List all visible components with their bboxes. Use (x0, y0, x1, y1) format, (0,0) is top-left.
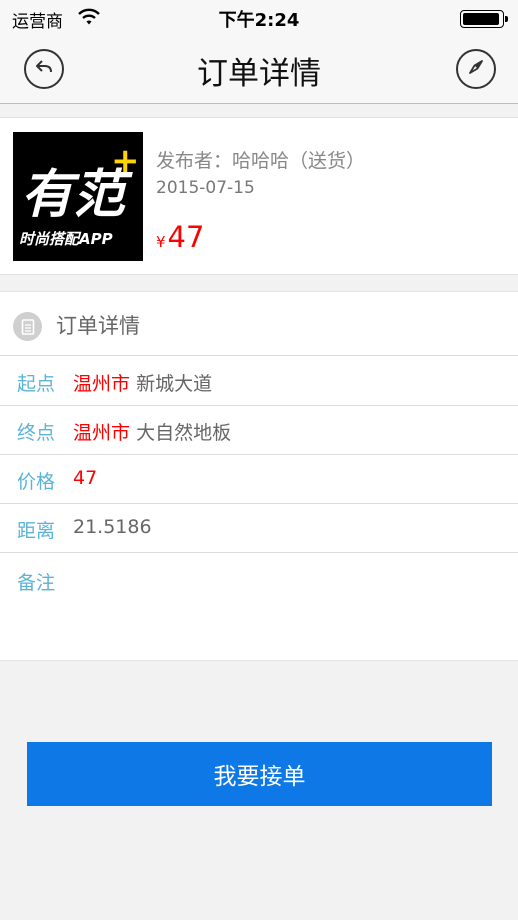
battery-icon (460, 10, 508, 28)
order-summary-card: 有范 + 时尚搭配APP 发布者：哈哈哈（送货） 2015-07-15 ¥47 (0, 117, 518, 275)
distance-value: 21.5186 (73, 516, 152, 538)
logo-small-text: 时尚搭配APP (19, 230, 113, 248)
start-city: 温州市 (73, 373, 131, 395)
price-label: 价格 (17, 471, 56, 493)
start-address: 温州市 新城大道 (73, 369, 212, 396)
publisher-label: 发布者：哈哈哈（送货） (156, 150, 366, 172)
order-date: 2015-07-15 (156, 178, 255, 198)
row-end-point: 终点 温州市 大自然地板 (0, 406, 518, 455)
logo-plus: + (111, 141, 140, 181)
app-logo: 有范 + 时尚搭配APP (13, 132, 143, 261)
currency-symbol: ¥ (156, 233, 166, 251)
start-place: 新城大道 (136, 373, 213, 395)
detail-title: 订单详情 (56, 314, 140, 338)
order-detail-section: 订单详情 起点 温州市 新城大道 终点 温州市 大自然地板 价格 47 距离 2… (0, 291, 518, 661)
status-time: 下午2:24 (218, 10, 300, 31)
end-label: 终点 (17, 422, 56, 444)
price-value: 47 (167, 220, 205, 254)
note-label: 备注 (17, 572, 56, 594)
price-detail-value: 47 (73, 467, 98, 489)
detail-header: 订单详情 (0, 292, 518, 356)
navigate-button[interactable] (456, 49, 496, 89)
compass-icon (465, 56, 487, 82)
row-start-point: 起点 温州市 新城大道 (0, 357, 518, 406)
navigation-bar: 订单详情 (0, 38, 518, 104)
start-label: 起点 (17, 373, 56, 395)
end-city: 温州市 (73, 422, 131, 444)
row-distance: 距离 21.5186 (0, 504, 518, 553)
distance-label: 距离 (17, 520, 56, 542)
status-bar: 运营商 下午2:24 (0, 0, 518, 38)
order-price: ¥47 (156, 220, 204, 254)
accept-order-button[interactable]: 我要接单 (27, 742, 492, 806)
page-title: 订单详情 (197, 56, 321, 92)
row-price: 价格 47 (0, 455, 518, 504)
end-address: 温州市 大自然地板 (73, 418, 231, 445)
document-icon (13, 312, 42, 341)
end-place: 大自然地板 (136, 422, 232, 444)
